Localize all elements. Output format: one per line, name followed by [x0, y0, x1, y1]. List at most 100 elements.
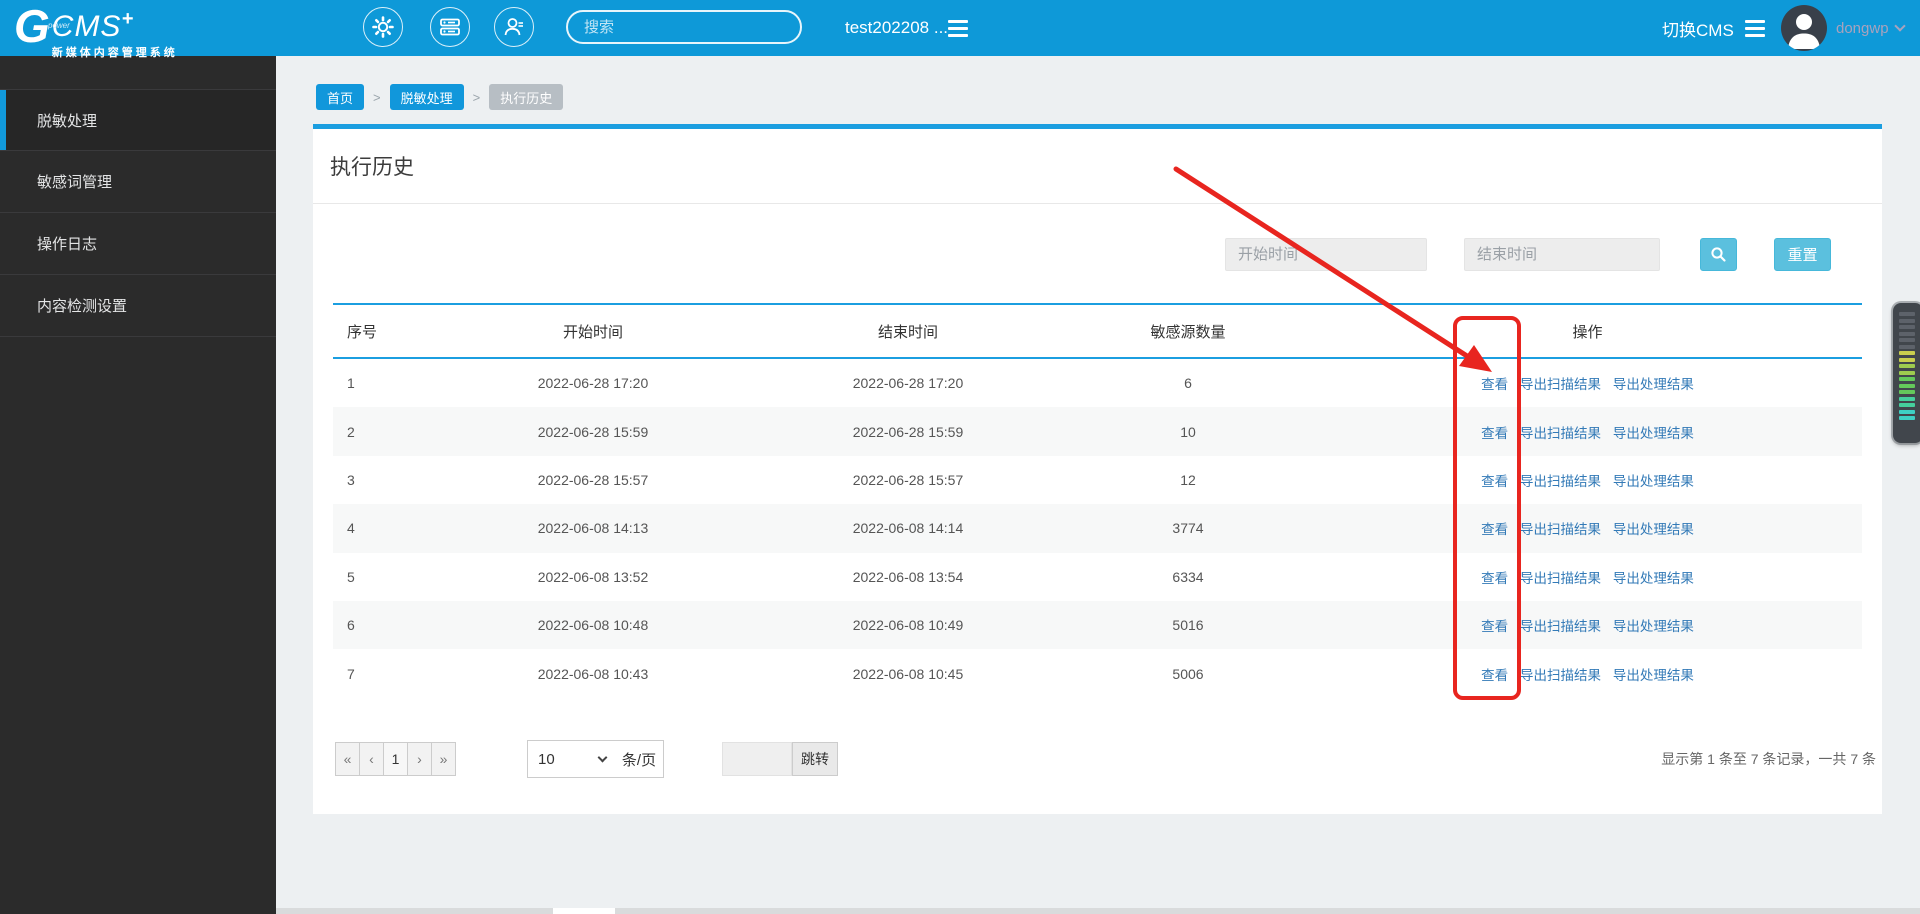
logo-subtitle: 新媒体内容管理系统	[51, 47, 178, 59]
jump-button[interactable]: 跳转	[792, 742, 838, 776]
server-stack-icon[interactable]	[430, 7, 470, 47]
cell-count: 6334	[1172, 568, 1204, 585]
minimap-stripe	[1899, 396, 1915, 401]
logo-plus: +	[121, 8, 135, 30]
export-scan-link[interactable]: 导出扫描结果	[1520, 377, 1601, 392]
avatar-person-icon	[1788, 14, 1820, 49]
cell-start: 2022-06-28 15:59	[537, 423, 649, 440]
global-search-input[interactable]	[568, 18, 793, 36]
breadcrumb-desensitization[interactable]: 脱敏处理	[389, 84, 464, 110]
content-card: 执行历史 重置 序号 开始时间 结束时间 敏感源数量 操作 1 2022-06-…	[313, 124, 1882, 814]
page-size-select[interactable]: 10	[527, 740, 616, 778]
user-admin-icon[interactable]	[494, 7, 534, 47]
page-title: 执行历史	[313, 129, 1882, 204]
page-number-button[interactable]: 1	[383, 742, 408, 776]
cell-actions: 查看 导出扫描结果 导出处理结果	[1313, 615, 1862, 635]
cell-no: 3	[347, 471, 355, 488]
export-process-link[interactable]: 导出处理结果	[1613, 377, 1694, 392]
global-search	[566, 10, 802, 44]
site-menu-icon[interactable]	[948, 20, 968, 37]
col-header-start: 开始时间	[562, 323, 623, 341]
minimap-stripe	[1899, 377, 1915, 381]
export-process-link[interactable]: 导出处理结果	[1613, 426, 1694, 441]
minimap-stripe	[1899, 383, 1915, 388]
app-screen: G power CMS+ 新媒体内容管理系统 搜索 test202208 ...…	[0, 0, 1920, 914]
topbar: G power CMS+ 新媒体内容管理系统 搜索 test202208 ...…	[0, 0, 1920, 59]
user-avatar[interactable]	[1781, 5, 1827, 51]
export-scan-link[interactable]: 导出扫描结果	[1520, 522, 1601, 537]
gcms-logo[interactable]: G power CMS+ 新媒体内容管理系统	[14, 3, 178, 59]
sidebar-item-sensitive-words[interactable]: 敏感词管理	[0, 151, 276, 213]
end-time-input[interactable]	[1464, 238, 1660, 271]
export-process-link[interactable]: 导出处理结果	[1613, 522, 1694, 537]
sidebar-item-label: 内容检测设置	[37, 298, 128, 315]
cell-end: 2022-06-08 10:45	[852, 665, 964, 682]
minimap-stripe	[1899, 357, 1915, 362]
cell-no: 7	[347, 665, 355, 682]
export-process-link[interactable]: 导出处理结果	[1613, 571, 1694, 586]
export-scan-link[interactable]: 导出扫描结果	[1520, 619, 1601, 634]
export-scan-link[interactable]: 导出扫描结果	[1520, 668, 1601, 683]
cell-actions: 查看 导出扫描结果 导出处理结果	[1313, 518, 1862, 538]
export-process-link[interactable]: 导出处理结果	[1613, 668, 1694, 683]
stack-icon	[440, 18, 460, 36]
view-link[interactable]: 查看	[1481, 668, 1508, 683]
sidebar-item-operation-log[interactable]: 操作日志	[0, 213, 276, 275]
table-row: 5 2022-06-08 13:52 2022-06-08 13:54 6334…	[333, 553, 1862, 601]
sidebar-item-label: 敏感词管理	[37, 174, 113, 191]
page-next-button[interactable]: ›	[407, 742, 432, 776]
export-process-link[interactable]: 导出处理结果	[1613, 619, 1694, 634]
sidebar-item-desensitization[interactable]: 脱敏处理	[0, 89, 276, 151]
export-scan-link[interactable]: 导出扫描结果	[1520, 571, 1601, 586]
search-button[interactable]	[1700, 238, 1737, 271]
chevron-down-icon	[1893, 20, 1906, 32]
settings-gear-icon[interactable]	[363, 7, 403, 47]
cell-actions: 查看 导出扫描结果 导出处理结果	[1313, 664, 1862, 684]
export-process-link[interactable]: 导出处理结果	[1613, 474, 1694, 489]
view-link[interactable]: 查看	[1481, 571, 1508, 586]
switch-cms-link[interactable]: 切换CMS	[1662, 0, 1734, 56]
username-label: dongwp	[1836, 19, 1889, 37]
sidebar-item-content-detection[interactable]: 内容检测设置	[0, 275, 276, 337]
scroll-minimap-widget[interactable]	[1893, 303, 1920, 443]
jump-page-input[interactable]	[722, 742, 792, 776]
person-icon	[504, 18, 523, 36]
cell-end: 2022-06-08 13:54	[852, 568, 964, 585]
minimap-stripe	[1899, 403, 1915, 407]
view-link[interactable]: 查看	[1481, 522, 1508, 537]
export-scan-link[interactable]: 导出扫描结果	[1520, 426, 1601, 441]
minimap-stripe	[1899, 364, 1915, 368]
minimap-stripe	[1899, 416, 1915, 420]
breadcrumb-home[interactable]: 首页	[316, 84, 365, 110]
start-time-input[interactable]	[1225, 238, 1427, 271]
cell-start: 2022-06-28 15:57	[537, 471, 649, 488]
page-prev-button[interactable]: ‹	[359, 742, 384, 776]
reset-button[interactable]: 重置	[1774, 238, 1831, 271]
page-last-button[interactable]: »	[431, 742, 456, 776]
view-link[interactable]: 查看	[1481, 619, 1508, 634]
breadcrumb-current: 执行历史	[489, 84, 564, 110]
export-scan-link[interactable]: 导出扫描结果	[1520, 474, 1601, 489]
col-header-end: 结束时间	[877, 323, 938, 341]
current-site-selector[interactable]: test202208 ...	[845, 0, 948, 56]
apps-menu-icon[interactable]	[1745, 20, 1765, 37]
cell-no: 6	[347, 617, 355, 634]
view-link[interactable]: 查看	[1481, 474, 1508, 489]
logo-cms-text: CMS+	[51, 8, 135, 43]
page-first-button[interactable]: «	[335, 742, 360, 776]
user-menu[interactable]: dongwp	[1836, 0, 1906, 56]
record-summary: 显示第 1 条至 7 条记录，一共 7 条	[1661, 751, 1876, 767]
sidebar: 脱敏处理 敏感词管理 操作日志 内容检测设置	[0, 56, 276, 914]
chevron-down-icon	[597, 752, 608, 763]
page-size-value: 10	[538, 750, 555, 768]
view-link[interactable]: 查看	[1481, 377, 1508, 392]
col-header-no: 序号	[347, 323, 378, 341]
sidebar-item-label: 操作日志	[37, 236, 98, 253]
minimap-stripe	[1899, 318, 1915, 323]
table-row: 4 2022-06-08 14:13 2022-06-08 14:14 3774…	[333, 504, 1862, 553]
horizontal-scrollbar[interactable]	[276, 908, 1920, 914]
history-table: 序号 开始时间 结束时间 敏感源数量 操作 1 2022-06-28 17:20…	[333, 303, 1862, 698]
view-link[interactable]: 查看	[1481, 426, 1508, 441]
pagination: « ‹ 1 › »	[335, 742, 456, 776]
horizontal-scrollbar-thumb[interactable]	[553, 908, 615, 914]
